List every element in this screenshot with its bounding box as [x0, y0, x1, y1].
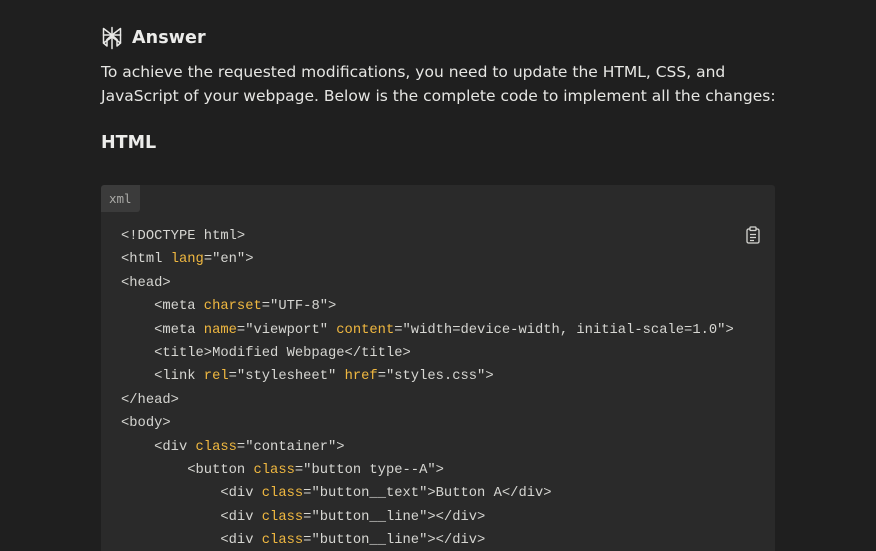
code-line: <meta charset="UTF-8">	[121, 295, 734, 318]
code-token: class	[261, 533, 304, 549]
code-lines: <!DOCTYPE html> <html lang="en"> <head> <m…	[121, 225, 734, 551]
code-token: class	[261, 509, 304, 525]
code-token: <meta	[121, 299, 204, 315]
code-line: <div class="button__line"></div>	[121, 529, 734, 551]
code-line: <!DOCTYPE html>	[121, 225, 734, 248]
answer-title: Answer	[132, 28, 206, 48]
code-token: =	[228, 369, 237, 385]
code-token: =	[394, 322, 403, 338]
code-token: =	[236, 322, 246, 338]
code-token: <div	[121, 533, 262, 549]
answer-intro-text: To achieve the requested modifications, …	[101, 63, 776, 105]
code-token: <head>	[121, 275, 171, 291]
code-token: >	[328, 299, 337, 315]
code-token: <div	[121, 486, 262, 502]
code-token: <html	[121, 252, 171, 268]
clipboard-icon[interactable]	[745, 226, 761, 244]
code-line: <html lang="en">	[121, 248, 734, 271]
code-token: "width=device-width, initial-scale=1.0"	[402, 322, 726, 338]
code-token: "en"	[212, 252, 246, 268]
code-token: <title>Modified Webpage</title>	[121, 345, 411, 361]
code-token: <div	[121, 509, 262, 525]
section-heading-html: HTML	[101, 133, 157, 153]
code-token: >	[725, 322, 734, 338]
code-line: <title>Modified Webpage</title>	[121, 342, 734, 365]
code-token: <body>	[121, 416, 171, 432]
code-token: =	[294, 462, 304, 478]
code-token: "button type--A"	[303, 462, 436, 478]
code-token: >	[435, 462, 444, 478]
code-line: <div class="button__text">Button A</div>	[121, 482, 734, 505]
code-token: "stylesheet"	[236, 369, 337, 385]
code-token: class	[253, 462, 295, 478]
code-token: =	[203, 252, 213, 268]
code-token: =	[377, 369, 386, 385]
code-token: "styles.css"	[385, 369, 486, 385]
code-token: rel	[203, 369, 229, 385]
code-token: "button__line"	[311, 509, 428, 525]
code-token: <!DOCTYPE html>	[121, 229, 246, 244]
code-token: class	[195, 439, 237, 455]
code-token: "viewport"	[245, 322, 328, 338]
code-token: "container"	[245, 439, 337, 455]
code-token: "button__text"	[311, 486, 428, 502]
code-token: >Button A</div>	[427, 486, 552, 502]
code-line: <head>	[121, 272, 734, 295]
code-language-label: xml	[101, 185, 140, 212]
code-line: <div class="button__line"></div>	[121, 506, 734, 529]
code-token: lang	[170, 252, 204, 268]
code-line: <link rel="stylesheet" href="styles.css"…	[121, 365, 734, 388]
code-token: charset	[203, 299, 262, 315]
code-token: <link	[121, 369, 204, 385]
code-token: =	[236, 439, 246, 455]
code-token: >	[485, 369, 494, 385]
code-line: </head>	[121, 389, 734, 412]
code-line: <button class="button type--A">	[121, 459, 734, 482]
code-token: <meta	[121, 322, 204, 338]
code-token: "UTF-8"	[270, 299, 329, 315]
code-token: href	[344, 369, 378, 385]
code-line: <div class="container">	[121, 436, 734, 459]
code-token: "button__line"	[311, 533, 428, 549]
code-token: <button	[121, 462, 254, 478]
code-token: >	[245, 252, 254, 268]
answer-header: Answer	[101, 24, 206, 52]
code-line: <meta name="viewport" content="width=dev…	[121, 319, 734, 342]
code-token: name	[203, 322, 237, 338]
code-token: <div	[121, 439, 196, 455]
code-token: content	[336, 322, 395, 338]
code-block: xml <!DOCTYPE html> <html lang="en"> <head…	[101, 185, 775, 551]
perplexity-logo-icon	[102, 26, 122, 50]
code-token: ></div>	[427, 533, 486, 549]
code-token: class	[261, 486, 304, 502]
code-token: ></div>	[427, 509, 486, 525]
code-token: </head>	[121, 392, 179, 408]
code-token: =	[261, 299, 271, 315]
code-token: >	[336, 439, 345, 455]
code-line: <body>	[121, 412, 734, 435]
code-content: <!DOCTYPE html> <html lang="en"> <head> <m…	[121, 225, 734, 551]
